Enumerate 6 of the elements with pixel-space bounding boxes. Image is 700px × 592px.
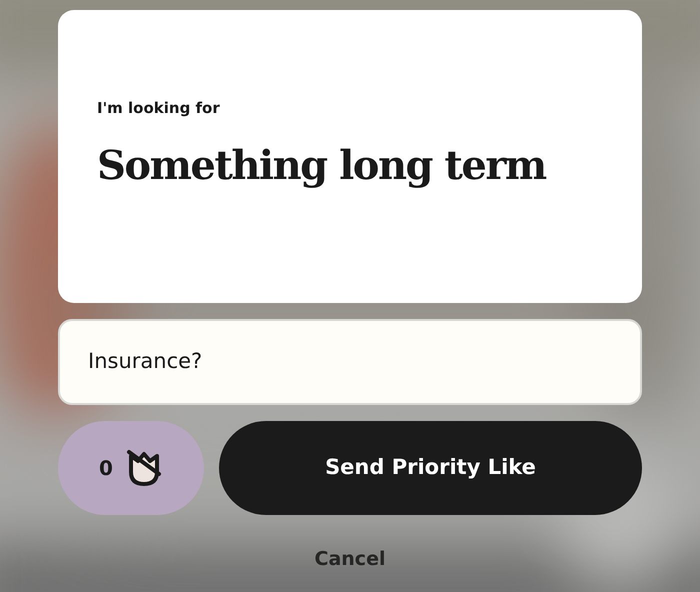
prompt-label: I'm looking for [97,98,221,120]
prompt-answer: Something long term [97,140,548,191]
send-priority-like-button[interactable]: Send Priority Like [219,421,642,515]
cancel-link[interactable]: Cancel [314,545,386,574]
comment-field[interactable]: Insurance? [58,319,642,405]
rose-icon [124,448,163,488]
